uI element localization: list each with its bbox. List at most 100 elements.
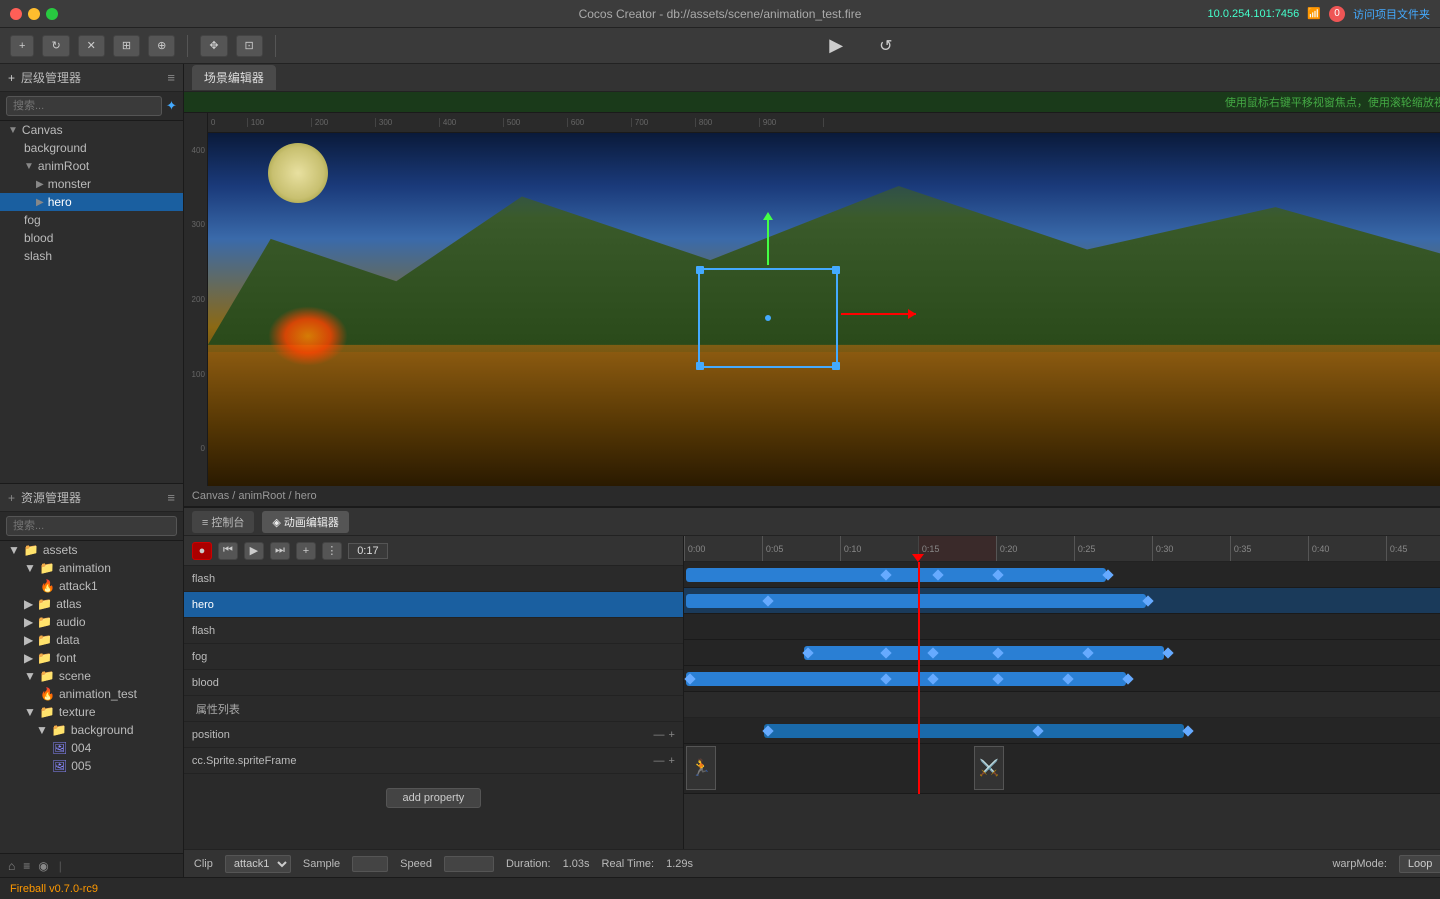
time-input[interactable]: 0:17 (348, 543, 388, 559)
skip-back-button[interactable]: ⏮ (218, 542, 238, 560)
hierarchy-search-input[interactable] (6, 96, 162, 116)
fullscreen-traffic-light[interactable] (46, 8, 58, 20)
refresh-button[interactable]: ↻ (42, 35, 69, 57)
track-flash-2[interactable]: flash (184, 618, 683, 644)
close-traffic-light[interactable] (10, 8, 22, 20)
ruler-h-300: 300 (376, 118, 440, 127)
timeline-track-blood[interactable] (684, 666, 1440, 692)
tree-item-blood[interactable]: blood (0, 229, 183, 247)
timeline-track-sprite-frame[interactable]: 🏃 ⚔️ (684, 744, 1440, 794)
scene-arrow: ▼ (24, 669, 36, 683)
center-handle[interactable] (765, 315, 771, 321)
asset-item-font[interactable]: ▶ 📁 font (0, 649, 183, 667)
asset-item-005[interactable]: 🖼 005 (0, 757, 183, 775)
tree-item-slash[interactable]: slash (0, 247, 183, 265)
add-keyframe-button[interactable]: + (296, 542, 316, 560)
add-button[interactable]: + (10, 35, 34, 57)
asset-item-bg-folder[interactable]: ▼ 📁 background (0, 721, 183, 739)
timeline-track-hero[interactable] (684, 588, 1440, 614)
004-label: 004 (71, 741, 91, 755)
asset-item-audio[interactable]: ▶ 📁 audio (0, 613, 183, 631)
project-link[interactable]: 访问项目文件夹 (1353, 6, 1430, 22)
close-button[interactable]: ✕ (78, 35, 105, 57)
track-hero[interactable]: hero (184, 592, 683, 618)
position-plus-btn[interactable]: + (668, 729, 674, 741)
asset-item-scene[interactable]: ▼ 📁 scene (0, 667, 183, 685)
tree-item-fog[interactable]: fog (0, 211, 183, 229)
handle-tl[interactable] (696, 266, 704, 274)
asset-eye-icon[interactable]: ◉ (38, 859, 48, 873)
replay-button[interactable]: ↺ (871, 36, 900, 56)
warpmode-select[interactable]: Loop (1399, 855, 1440, 873)
mark-045: 0:45 (1386, 536, 1440, 561)
clip-select[interactable]: attack1 (225, 855, 291, 873)
track-sprite-frame[interactable]: cc.Sprite.spriteFrame — + (184, 748, 683, 774)
move-tool-button[interactable]: ✥ (200, 35, 227, 57)
sample-input[interactable]: 60 (352, 856, 388, 872)
timeline-track-flash-2[interactable] (684, 614, 1440, 640)
asset-item-data[interactable]: ▶ 📁 data (0, 631, 183, 649)
asset-item-atlas[interactable]: ▶ 📁 atlas (0, 595, 183, 613)
timeline-track-flash-1[interactable] (684, 562, 1440, 588)
asset-item-assets[interactable]: ▼ 📁 assets (0, 541, 183, 559)
track-flash-1[interactable]: flash (184, 566, 683, 592)
asset-list-icon[interactable]: ≡ (23, 859, 30, 873)
handle-br[interactable] (832, 362, 840, 370)
tree-item-canvas[interactable]: ▼ Canvas (0, 121, 183, 139)
console-tab[interactable]: ≡ 控制台 (192, 511, 254, 533)
hierarchy-menu-icon[interactable]: ≡ (167, 70, 175, 85)
play-button[interactable]: ▶ (817, 35, 855, 56)
notification-badge: 0 (1329, 6, 1345, 22)
add-property-button[interactable]: add property (386, 788, 482, 808)
kf-pos-3[interactable] (1182, 725, 1193, 736)
more-button[interactable]: ⋮ (322, 542, 342, 560)
assets-menu-icon[interactable]: ≡ (167, 490, 175, 505)
hero-selection-box[interactable] (698, 268, 838, 368)
sprite-frame-minus-btn[interactable]: — (653, 755, 664, 767)
hierarchy-add-icon[interactable]: + (8, 71, 15, 85)
kf-fog-6[interactable] (1162, 647, 1173, 658)
animation-editor-tab[interactable]: ◈ 动画编辑器 (262, 511, 349, 533)
sprite-frame-plus-btn[interactable]: + (668, 755, 674, 767)
005-icon: 🖼 (52, 759, 67, 773)
asset-item-animation[interactable]: ▼ 📁 animation (0, 559, 183, 577)
assets-add-icon[interactable]: + (8, 491, 15, 505)
position-minus-btn[interactable]: — (653, 729, 664, 741)
speed-input[interactable]: 0.8 (444, 856, 494, 872)
tree-item-background[interactable]: background (0, 139, 183, 157)
scene-editor-tab[interactable]: 场景编辑器 (192, 65, 276, 90)
asset-item-animation-test[interactable]: 🔥 animation_test (0, 685, 183, 703)
tree-item-animroot[interactable]: ▼ animRoot (0, 157, 183, 175)
asset-item-texture[interactable]: ▼ 📁 texture (0, 703, 183, 721)
minimize-traffic-light[interactable] (28, 8, 40, 20)
audio-arrow: ▶ (24, 615, 33, 629)
animation-arrow: ▼ (24, 561, 36, 575)
scene-canvas[interactable] (208, 133, 1440, 486)
asset-item-attack1[interactable]: 🔥 attack1 (0, 577, 183, 595)
font-label: font (56, 651, 76, 665)
add2-button[interactable]: ⊕ (148, 35, 175, 57)
handle-tr[interactable] (832, 266, 840, 274)
assets-search-input[interactable] (6, 516, 177, 536)
timeline-track-position[interactable] (684, 718, 1440, 744)
asset-home-icon[interactable]: ⌂ (8, 859, 15, 873)
ruler-h-500: 500 (504, 118, 568, 127)
grid-button[interactable]: ⊞ (113, 35, 140, 57)
main-layout: + 层级管理器 ≡ ✦ ▼ Canvas background (0, 64, 1440, 877)
record-button[interactable]: ● (192, 542, 212, 560)
rect-tool-button[interactable]: ⊡ (236, 35, 263, 57)
handle-bl[interactable] (696, 362, 704, 370)
timeline-track-fog[interactable] (684, 640, 1440, 666)
tree-item-monster[interactable]: ▶ monster (0, 175, 183, 193)
animation-timeline[interactable]: 0:00 0:05 0:10 0:15 0:20 0:25 0:30 0:35 … (684, 536, 1440, 849)
ruler-h-100: 100 (248, 118, 312, 127)
play-anim-button[interactable]: ▶ (244, 542, 264, 560)
track-position[interactable]: position — + (184, 722, 683, 748)
skip-fwd-button[interactable]: ⏭ (270, 542, 290, 560)
track-blood[interactable]: blood (184, 670, 683, 696)
data-folder-icon: 📁 (37, 633, 52, 647)
tree-item-hero[interactable]: ▶ hero (0, 193, 183, 211)
asset-item-004[interactable]: 🖼 004 (0, 739, 183, 757)
track-fog[interactable]: fog (184, 644, 683, 670)
wifi-icon: 📶 (1307, 7, 1321, 20)
